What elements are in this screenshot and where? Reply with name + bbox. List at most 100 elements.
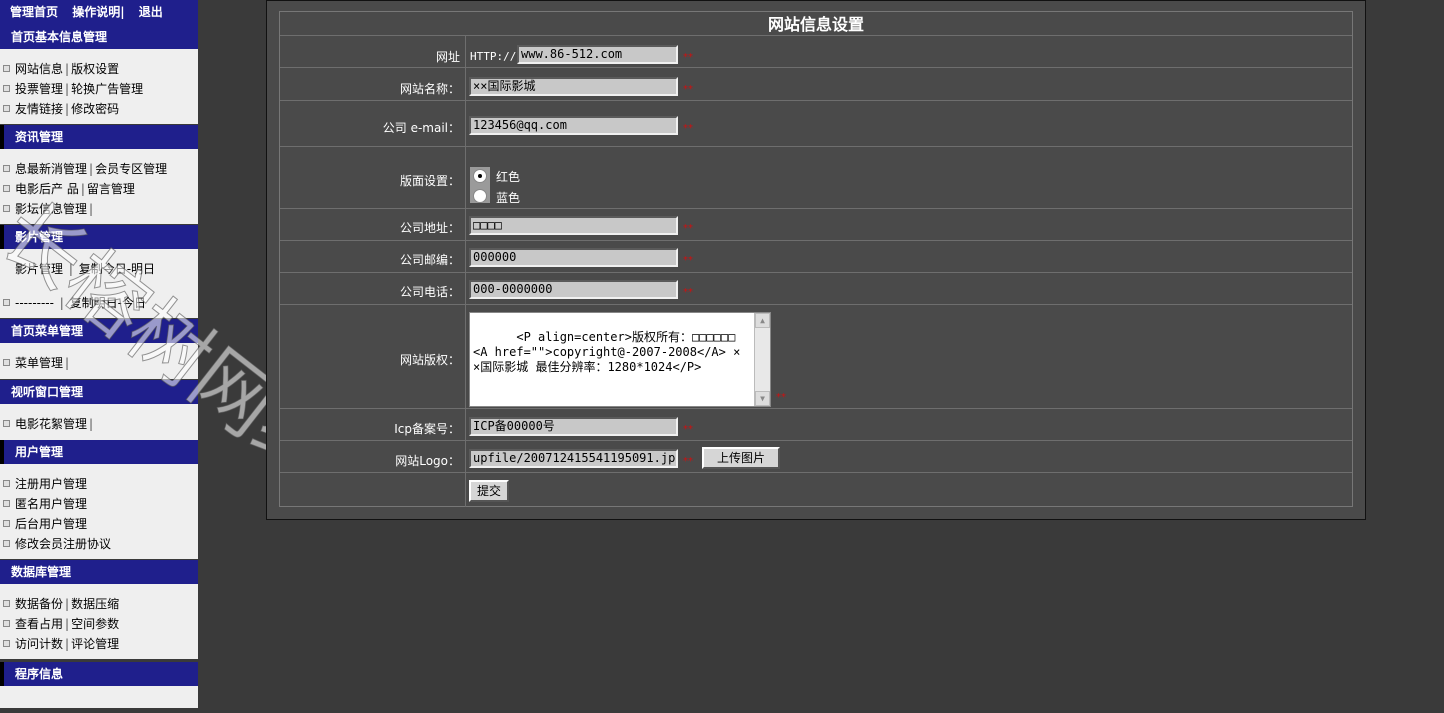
menu-link[interactable]: 留言管理 (87, 182, 135, 196)
section-header-video[interactable]: 视听窗口管理 (0, 380, 198, 404)
section-header-news[interactable]: 资讯管理 (0, 125, 198, 149)
bullet-icon (3, 640, 10, 647)
section-header-films[interactable]: 影片管理 (0, 225, 198, 249)
email-field[interactable]: 123456@qq.com (469, 116, 678, 135)
list-item: 息最新消管理 | 会员专区管理 (3, 161, 167, 177)
address-label: 公司地址： (399, 221, 460, 235)
section-body-users: 注册用户管理 匿名用户管理 后台用户管理 修改会员注册协议 (0, 464, 198, 559)
menu-link[interactable]: 查看占用 (15, 617, 63, 631)
menu-link[interactable]: 影片管理 (15, 262, 63, 276)
menu-link[interactable]: --------- (15, 296, 54, 310)
phone-field[interactable]: 000-0000000 (469, 280, 678, 299)
list-item: 访问计数 | 评论管理 (3, 636, 119, 652)
home-link[interactable]: 管理首页 (10, 5, 58, 19)
section-header-users[interactable]: 用户管理 (0, 440, 198, 464)
required-mark: ** (683, 287, 693, 298)
required-mark: ** (683, 255, 693, 266)
section-body-video: 电影花絮管理 | (0, 404, 198, 440)
scroll-up-icon[interactable]: ▲ (755, 313, 770, 328)
column-divider (465, 35, 466, 507)
section-header-menu[interactable]: 首页菜单管理 (0, 319, 198, 343)
bullet-icon (3, 520, 10, 527)
row-divider (280, 146, 1352, 147)
menu-link[interactable]: 投票管理 (15, 82, 63, 96)
zip-field[interactable]: 000000 (469, 248, 678, 267)
list-item: 查看占用 | 空间参数 (3, 616, 119, 632)
section-header-program[interactable]: 程序信息 (0, 662, 198, 686)
sidebar-topbar: 管理首页 操作说明| 退出 (0, 0, 198, 25)
bullet-icon (3, 420, 10, 427)
theme-blue-label: 蓝色 (496, 191, 521, 205)
menu-link[interactable]: 电影后产 品 (15, 182, 79, 196)
menu-link[interactable]: 影坛信息管理 (15, 202, 87, 216)
required-mark: ** (683, 84, 693, 95)
theme-blue-radio[interactable] (473, 189, 487, 203)
bullet-icon (3, 620, 10, 627)
section-body-menu: 菜单管理 | (0, 343, 198, 379)
scroll-down-icon[interactable]: ▼ (755, 391, 770, 406)
menu-link[interactable]: 复制明日-今日 (70, 296, 146, 310)
theme-label: 版面设置： (399, 174, 460, 188)
zip-label: 公司邮编： (399, 253, 460, 267)
copyright-textarea[interactable]: <P align=center>版权所有：□□□□□□ <A href="">c… (469, 312, 771, 407)
settings-form: 网站信息设置 网址 HTTP:// www.86-512.com ** 网站名称… (279, 11, 1353, 507)
menu-link[interactable]: 注册用户管理 (15, 477, 87, 491)
menu-link[interactable]: 匿名用户管理 (15, 497, 87, 511)
bullet-icon (3, 299, 10, 306)
list-item: 电影花絮管理 | (3, 416, 95, 432)
url-field[interactable]: www.86-512.com (517, 45, 678, 64)
icp-field[interactable]: ICP备00000号 (469, 417, 678, 436)
required-mark: ** (683, 456, 693, 467)
help-link[interactable]: 操作说明| (72, 5, 124, 19)
menu-link[interactable]: 菜单管理 (15, 356, 63, 370)
menu-link[interactable]: 版权设置 (71, 62, 119, 76)
logout-link[interactable]: 退出 (139, 5, 163, 19)
section-body-films: 影片管理 | 复制今日-明日 --------- | 复制明日-今日 (0, 249, 198, 318)
submit-button[interactable]: 提交 (469, 480, 509, 502)
menu-link[interactable]: 评论管理 (71, 637, 119, 651)
bullet-icon (3, 185, 10, 192)
section-body-news: 息最新消管理 | 会员专区管理 电影后产 品 | 留言管理 影坛信息管理 | (0, 149, 198, 224)
bullet-icon (3, 65, 10, 72)
bullet-icon (3, 165, 10, 172)
list-item: 数据备份 | 数据压缩 (3, 596, 119, 612)
section-body-database: 数据备份 | 数据压缩 查看占用 | 空间参数 访问计数 | 评论管理 (0, 584, 198, 659)
logo-field[interactable]: upfile/200712415541195091.jpg (469, 449, 678, 468)
menu-link[interactable]: 网站信息 (15, 62, 63, 76)
menu-link[interactable]: 复制今日-明日 (79, 262, 155, 276)
logo-label: 网站Logo： (395, 454, 460, 468)
upload-image-button[interactable]: 上传图片 (702, 447, 780, 469)
list-item: 电影后产 品 | 留言管理 (3, 181, 135, 197)
menu-link[interactable]: 轮换广告管理 (71, 82, 143, 96)
theme-red-radio[interactable] (473, 169, 487, 183)
menu-link[interactable]: 息最新消管理 (15, 162, 87, 176)
required-mark: ** (776, 392, 786, 403)
sidebar: 管理首页 操作说明| 退出 首页基本信息管理 网站信息 | 版权设置 投票管理 | 轮换… (0, 0, 357, 713)
list-item: 匿名用户管理 (3, 496, 87, 512)
menu-link[interactable]: 修改密码 (71, 102, 119, 116)
textarea-scrollbar[interactable]: ▲ ▼ (754, 313, 770, 406)
menu-link[interactable]: 后台用户管理 (15, 517, 87, 531)
row-divider (280, 208, 1352, 209)
list-item: --------- | 复制明日-今日 (3, 295, 146, 311)
section-header-database[interactable]: 数据库管理 (0, 560, 198, 584)
site-name-field[interactable]: ××国际影城 (469, 77, 678, 96)
menu-link[interactable]: 空间参数 (71, 617, 119, 631)
menu-link[interactable]: 会员专区管理 (95, 162, 167, 176)
list-item: 影坛信息管理 | (3, 201, 95, 217)
copyright-text: <P align=center>版权所有：□□□□□□ <A href="">c… (473, 330, 741, 374)
address-field[interactable]: □□□□ (469, 216, 678, 235)
menu-link[interactable]: 友情链接 (15, 102, 63, 116)
menu-link[interactable]: 数据压缩 (71, 597, 119, 611)
menu-link[interactable]: 访问计数 (15, 637, 63, 651)
menu-link[interactable]: 数据备份 (15, 597, 63, 611)
bullet-icon (3, 85, 10, 92)
theme-red-label: 红色 (496, 170, 521, 184)
menu-link[interactable]: 修改会员注册协议 (15, 537, 111, 551)
bullet-icon (3, 105, 10, 112)
section-header-site-info[interactable]: 首页基本信息管理 (0, 25, 198, 49)
menu-link[interactable]: 电影花絮管理 (15, 417, 87, 431)
section-body-program (0, 686, 198, 708)
bullet-icon (3, 540, 10, 547)
row-divider (280, 408, 1352, 409)
